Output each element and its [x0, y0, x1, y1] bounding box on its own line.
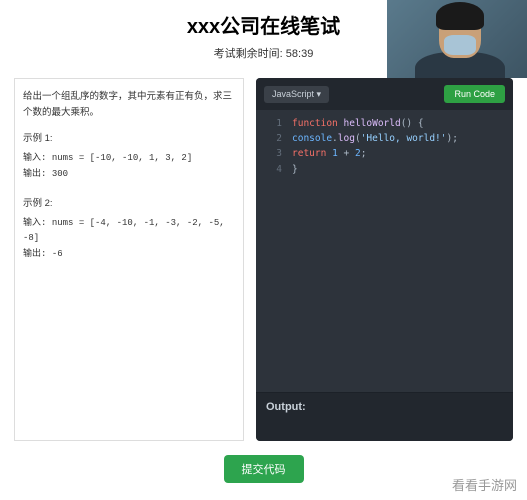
- output-section: Output:: [256, 392, 513, 441]
- watermark: 看看手游网: [452, 475, 517, 494]
- example-output: 输出: 300: [23, 167, 235, 182]
- problem-statement: 给出一个组乱序的数字，其中元素有正有负，求三个数的最大乘积。: [23, 89, 235, 121]
- output-body: [256, 421, 513, 441]
- line-code: function helloWorld() {: [292, 116, 424, 131]
- line-number: 4: [264, 162, 282, 177]
- timer-value: 58:39: [286, 48, 314, 60]
- code-line: 1 function helloWorld() {: [256, 116, 513, 131]
- main-container: 给出一个组乱序的数字，其中元素有正有负，求三个数的最大乘积。 示例 1: 输入:…: [0, 66, 527, 451]
- run-code-button[interactable]: Run Code: [444, 85, 505, 103]
- example-label: 示例 1:: [23, 131, 235, 147]
- code-toolbar: JavaScript ▾ Run Code: [256, 78, 513, 110]
- line-number: 2: [264, 131, 282, 146]
- code-panel: JavaScript ▾ Run Code 1 function helloWor…: [256, 78, 513, 441]
- code-line: 2 console.log('Hello, world!');: [256, 131, 513, 146]
- submit-code-button[interactable]: 提交代码: [224, 455, 304, 483]
- example-1: 示例 1: 输入: nums = [-10, -10, 1, 3, 2] 输出:…: [23, 131, 235, 182]
- line-code: return 1 + 2;: [292, 146, 366, 161]
- line-code: }: [292, 162, 298, 177]
- example-output: 输出: -6: [23, 247, 235, 262]
- code-line: 3 return 1 + 2;: [256, 146, 513, 161]
- webcam-person: [387, 0, 527, 78]
- code-line: 4}: [256, 162, 513, 177]
- webcam-feed: [387, 0, 527, 78]
- line-number: 1: [264, 116, 282, 131]
- example-input: 输入: nums = [-4, -10, -1, -3, -2, -5, -8]: [23, 216, 235, 247]
- example-2: 示例 2: 输入: nums = [-4, -10, -1, -3, -2, -…: [23, 196, 235, 262]
- example-label: 示例 2:: [23, 196, 235, 212]
- language-select[interactable]: JavaScript ▾: [264, 86, 329, 103]
- chevron-down-icon: ▾: [317, 89, 322, 99]
- line-number: 3: [264, 146, 282, 161]
- line-code: console.log('Hello, world!');: [292, 131, 458, 146]
- output-label: Output:: [256, 393, 513, 421]
- code-editor[interactable]: 1function helloWorld() {2 console.log('H…: [256, 110, 513, 392]
- example-input: 输入: nums = [-10, -10, 1, 3, 2]: [23, 151, 235, 166]
- footer: 提交代码: [0, 451, 527, 487]
- problem-panel: 给出一个组乱序的数字，其中元素有正有负，求三个数的最大乘积。 示例 1: 输入:…: [14, 78, 244, 441]
